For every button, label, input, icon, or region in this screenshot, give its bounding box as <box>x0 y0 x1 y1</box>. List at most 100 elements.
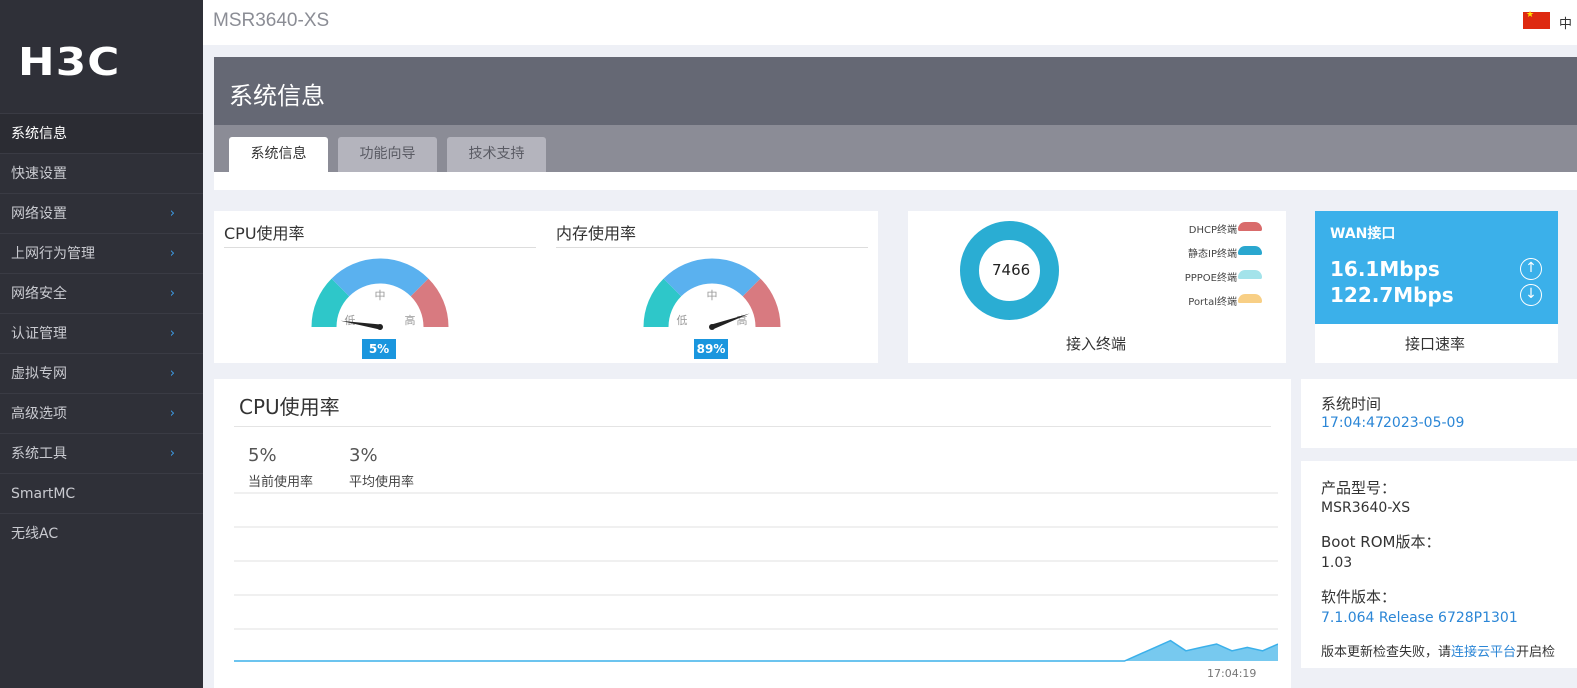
connect-cloud-link[interactable]: 连接云平台 <box>1451 645 1516 660</box>
legend-portal-swatch <box>1238 294 1262 303</box>
gauge-low-label: 低 <box>345 314 356 327</box>
sidebar-item[interactable]: 高级选项 › <box>0 393 203 433</box>
system-time-value: 17:04:47 <box>1321 415 1384 431</box>
access-terminals-card: 7466 DHCP终端 静态IP终端 PPPOE终端 Portal终端 接入终端 <box>908 211 1286 363</box>
gauge-high-segment <box>742 278 781 328</box>
wan-download-rate: 122.7Mbps <box>1330 283 1454 307</box>
gauge-mid-label: 中 <box>707 289 718 302</box>
sidebar-item-label: 高级选项 <box>11 406 67 422</box>
cpu-gauge: 低 中高 <box>311 258 449 330</box>
tab-system-info[interactable]: 系统信息 <box>229 137 328 172</box>
memory-usage-badge: 89% <box>694 339 728 359</box>
note-suffix: 开启检 <box>1516 645 1556 660</box>
chevron-right-icon: › <box>169 406 175 421</box>
sidebar-item-label: 无线AC <box>11 526 59 542</box>
sidebar-item-label: 上网行为管理 <box>11 246 95 262</box>
gauge-mid-label: 中 <box>375 289 386 302</box>
chevron-right-icon: › <box>169 286 175 301</box>
sidebar-item[interactable]: 虚拟专网 › <box>0 353 203 393</box>
gauge-high-label: 高 <box>405 313 416 327</box>
sidebar-item-label: 网络设置 <box>11 206 67 222</box>
chevron-right-icon: › <box>169 326 175 341</box>
sidebar-item[interactable]: 网络安全 › <box>0 273 203 313</box>
sidebar-item-label: 虚拟专网 <box>11 366 67 382</box>
cpu-usage-badge: 5% <box>362 339 396 359</box>
memory-gauge-title: 内存使用率 <box>556 224 637 243</box>
divider <box>234 426 1271 427</box>
bootrom-label: Boot ROM版本： <box>1321 533 1441 551</box>
legend-dhcp-swatch <box>1238 222 1262 231</box>
chevron-right-icon: › <box>169 206 175 221</box>
legend-dhcp: DHCP终端 <box>1188 225 1237 236</box>
system-time-label: 系统时间 <box>1321 395 1382 413</box>
gauge-mid-segment <box>663 258 761 297</box>
sidebar-item[interactable]: 认证管理 › <box>0 313 203 353</box>
sidebar-item-label: 快速设置 <box>11 166 67 182</box>
sidebar-item[interactable]: 系统信息 <box>0 113 203 153</box>
sidebar-item-label: 认证管理 <box>11 326 67 342</box>
chevron-right-icon: › <box>169 446 175 461</box>
gauge-low-label: 低 <box>677 314 688 327</box>
divider <box>224 247 536 248</box>
gauge-mid-segment <box>331 258 429 297</box>
cpu-usage-chart-card: CPU使用率 5% 当前使用率 3% 平均使用率 17:04:19 <box>214 379 1291 688</box>
software-version-value: 7.1.064 Release 6728P1301 <box>1321 610 1518 626</box>
sidebar: H3C 系统信息 快速设置 网络设置 › 上网行为管理 › 网络安全 › 认证管理 › 虚拟专网 › 高… <box>0 0 203 688</box>
tab-bar: 系统信息 功能向导 技术支持 <box>214 125 1577 172</box>
china-flag-icon[interactable] <box>1523 10 1550 29</box>
current-usage-value: 5% <box>248 445 277 466</box>
language-selector[interactable]: 中 <box>1559 13 1572 32</box>
divider <box>556 247 868 248</box>
sidebar-item-label: 系统工具 <box>11 446 67 462</box>
device-model-title: MSR3640-XS <box>213 10 330 31</box>
sidebar-item[interactable]: 无线AC <box>0 513 203 553</box>
wan-upload-rate: 16.1Mbps <box>1330 257 1440 281</box>
cpu-usage-area-chart <box>234 492 1278 662</box>
chevron-right-icon: › <box>169 366 175 381</box>
gauge-low-segment <box>311 278 350 328</box>
sidebar-item-label: SmartMC <box>11 486 76 502</box>
product-model-value: MSR3640-XS <box>1321 500 1411 516</box>
memory-gauge: 低 中高 <box>643 258 781 330</box>
bootrom-value: 1.03 <box>1321 555 1353 571</box>
sidebar-nav: 系统信息 快速设置 网络设置 › 上网行为管理 › 网络安全 › 认证管理 › 虚拟专网 › 高级选项 ›… <box>0 113 203 553</box>
page-title: 系统信息 <box>229 82 325 110</box>
note-prefix: 版本更新检查失败，请 <box>1321 645 1452 660</box>
wan-caption: 接口速率 <box>1405 335 1466 353</box>
cpu-series-line <box>234 639 1278 662</box>
top-bar: MSR3640-XS 中 <box>203 0 1577 45</box>
cpu-chart-title: CPU使用率 <box>239 395 340 419</box>
legend-static-ip: 静态IP终端 <box>1188 249 1237 260</box>
legend-portal: Portal终端 <box>1188 297 1237 308</box>
page-header: 系统信息 <box>214 57 1577 125</box>
gauge-needle-hub <box>377 324 383 330</box>
sidebar-item-label: 网络安全 <box>11 286 67 302</box>
sidebar-item[interactable]: 快速设置 <box>0 153 203 193</box>
cpu-gauge-title: CPU使用率 <box>224 224 305 243</box>
tab-tech-support[interactable]: 技术支持 <box>447 137 546 172</box>
sidebar-item[interactable]: 上网行为管理 › <box>0 233 203 273</box>
cpu-series-area <box>234 640 1278 661</box>
terminals-caption: 接入终端 <box>1066 335 1127 353</box>
sidebar-item[interactable]: 网络设置 › <box>0 193 203 233</box>
software-version-label: 软件版本： <box>1321 588 1397 606</box>
legend-pppoe-swatch <box>1238 270 1262 279</box>
gauge-needle-hub <box>709 324 715 330</box>
system-date-value: 2023-05-09 <box>1383 415 1465 431</box>
current-usage-label: 当前使用率 <box>248 475 314 490</box>
chart-time-tick: 17:04:19 <box>1207 667 1257 680</box>
tab-feature-wizard[interactable]: 功能向导 <box>338 137 437 172</box>
product-model-label: 产品型号： <box>1321 479 1397 497</box>
upload-arrow-icon: ↑ <box>1520 258 1542 280</box>
sidebar-item[interactable]: SmartMC <box>0 473 203 513</box>
download-arrow-icon: ↓ <box>1520 284 1542 306</box>
legend-static-ip-swatch <box>1238 246 1262 255</box>
product-info-card: 产品型号： MSR3640-XS Boot ROM版本： 1.03 软件版本： … <box>1301 461 1577 668</box>
gauge-high-label: 高 <box>737 313 748 327</box>
wan-interface-panel[interactable]: WAN接口 16.1Mbps 122.7Mbps ↑ ↓ <box>1315 211 1558 324</box>
average-usage-label: 平均使用率 <box>349 475 415 490</box>
usage-gauges-card: CPU使用率 内存使用率 低 中高 低 中高 5% 89% <box>214 211 878 363</box>
sidebar-item[interactable]: 系统工具 › <box>0 433 203 473</box>
h3c-logo: H3C <box>18 40 121 84</box>
tab-content-strip <box>214 172 1577 190</box>
